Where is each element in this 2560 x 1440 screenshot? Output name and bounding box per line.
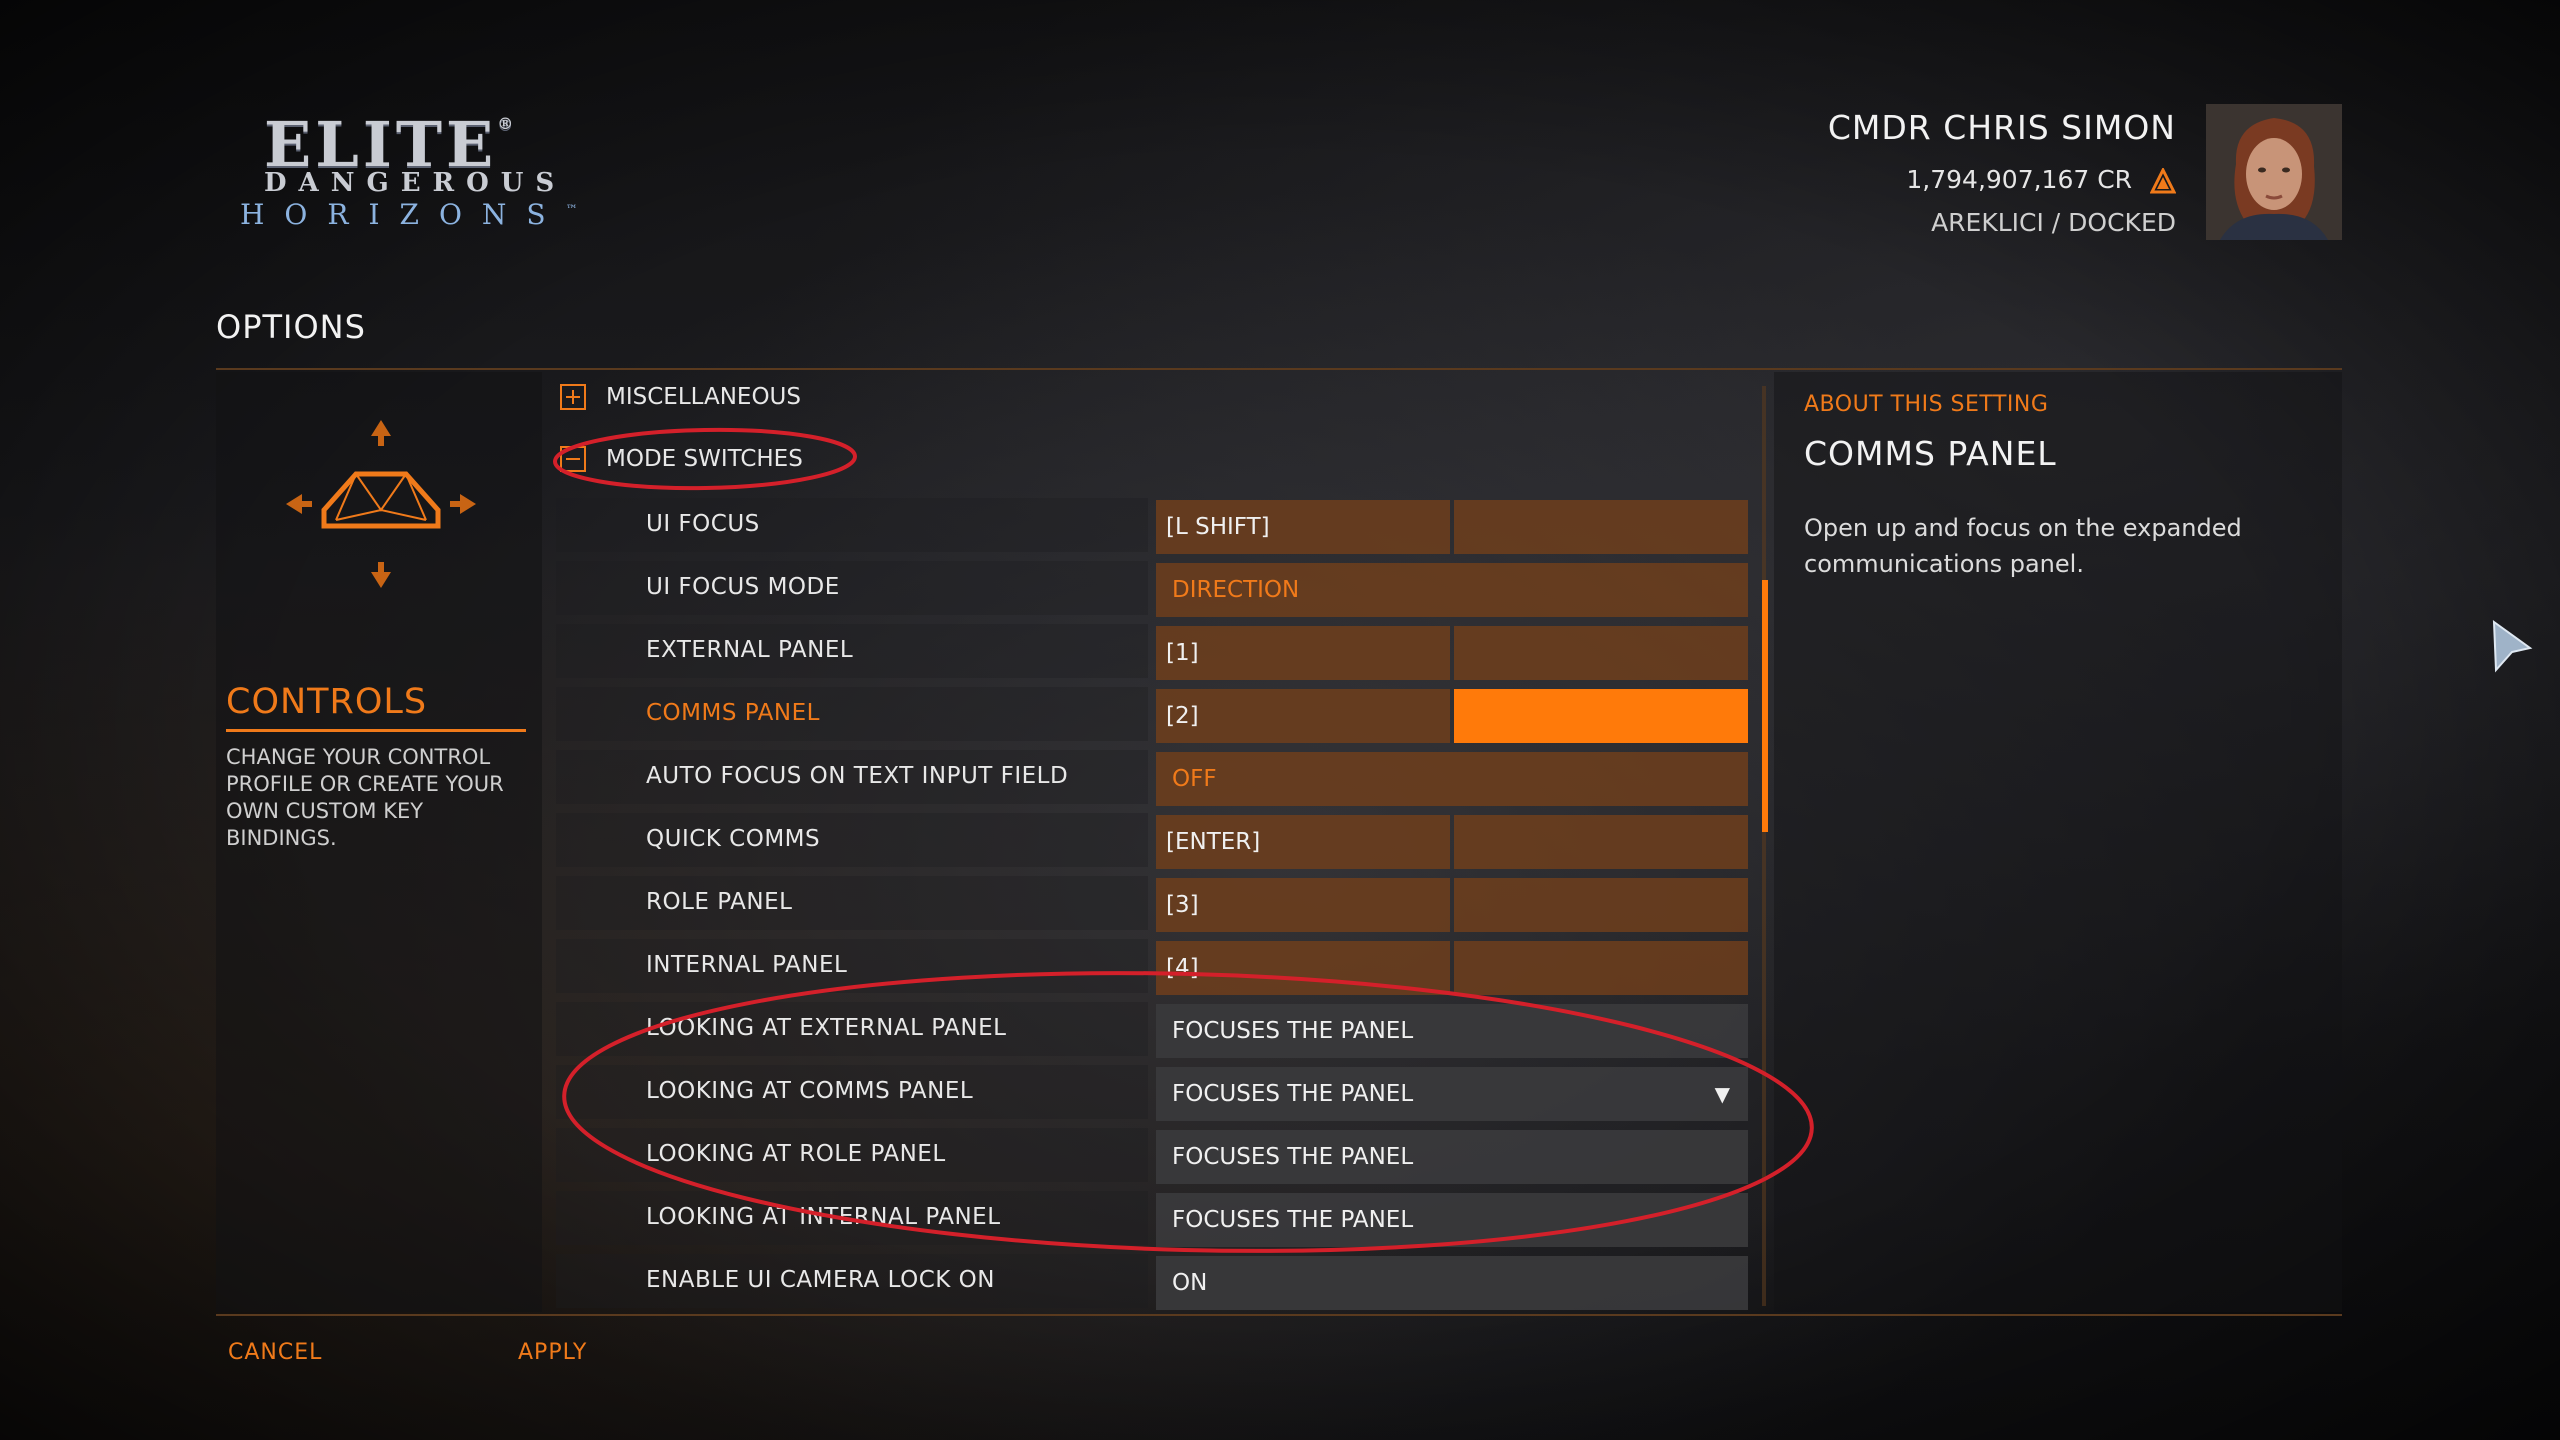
setting-row-auto-focus[interactable]: AUTO FOCUS ON TEXT INPUT FIELD OFF xyxy=(556,748,1752,806)
option-select[interactable]: FOCUSES THE PANEL xyxy=(1156,1193,1748,1247)
primary-binding[interactable]: [3] xyxy=(1156,878,1450,932)
scrollbar-thumb[interactable] xyxy=(1762,580,1768,832)
setting-label: COMMS PANEL xyxy=(646,700,820,726)
setting-row-internal-panel[interactable]: INTERNAL PANEL [4] xyxy=(556,937,1752,995)
apply-button[interactable]: APPLY xyxy=(518,1340,587,1365)
primary-binding[interactable]: [1] xyxy=(1156,626,1450,680)
secondary-binding[interactable] xyxy=(1454,815,1748,869)
category-title: CONTROLS xyxy=(226,682,428,722)
option-select[interactable]: FOCUSES THE PANEL xyxy=(1156,1004,1748,1058)
toggle-value[interactable]: OFF xyxy=(1156,752,1748,806)
primary-binding[interactable]: [2] xyxy=(1156,689,1450,743)
minus-box-icon xyxy=(560,446,586,472)
setting-row-looking-at-role[interactable]: LOOKING AT ROLE PANEL FOCUSES THE PANEL xyxy=(556,1126,1752,1184)
primary-binding[interactable]: [L SHIFT] xyxy=(1156,500,1450,554)
credit-triangle-icon xyxy=(2149,166,2177,194)
section-mode-switches[interactable]: MODE SWITCHES xyxy=(556,434,1056,484)
cancel-button[interactable]: CANCEL xyxy=(228,1340,322,1365)
category-description: CHANGE YOUR CONTROL PROFILE OR CREATE YO… xyxy=(226,745,504,850)
setting-label: EXTERNAL PANEL xyxy=(646,637,854,663)
logo-line3: HORIZONS xyxy=(240,198,566,231)
setting-row-comms-panel[interactable]: COMMS PANEL [2] xyxy=(556,685,1752,743)
plus-box-icon xyxy=(560,384,586,410)
setting-label: ROLE PANEL xyxy=(646,889,793,915)
category-title-underline xyxy=(226,729,526,732)
commander-location: AREKLICI / DOCKED xyxy=(1931,208,2176,237)
commander-info: CMDR CHRIS SIMON 1,794,907,167 CR AREKLI… xyxy=(1827,108,2177,237)
about-title: COMMS PANEL xyxy=(1804,434,2057,473)
primary-binding[interactable]: [ENTER] xyxy=(1156,815,1450,869)
secondary-binding-active[interactable] xyxy=(1454,689,1748,743)
section-label: MODE SWITCHES xyxy=(606,446,803,472)
mode-value[interactable]: DIRECTION xyxy=(1156,563,1748,617)
footer-divider xyxy=(216,1314,2342,1316)
primary-binding[interactable]: [4] xyxy=(1156,941,1450,995)
option-select-value: FOCUSES THE PANEL xyxy=(1172,1081,1414,1107)
setting-row-ui-focus[interactable]: UI FOCUS [L SHIFT] xyxy=(556,496,1752,554)
scrollbar-track[interactable] xyxy=(1762,386,1766,1306)
nav-arrows-icon xyxy=(266,410,496,600)
about-description: Open up and focus on the expanded commun… xyxy=(1804,514,2242,578)
dropdown-caret-icon[interactable]: ▼ xyxy=(1715,1067,1730,1121)
option-select[interactable]: ON xyxy=(1156,1256,1748,1310)
secondary-binding[interactable] xyxy=(1454,878,1748,932)
setting-label: LOOKING AT ROLE PANEL xyxy=(646,1141,946,1167)
section-miscellaneous[interactable]: MISCELLANEOUS xyxy=(556,372,1056,422)
header-divider xyxy=(216,368,2342,370)
commander-portrait-avatar xyxy=(2206,104,2342,240)
section-label: MISCELLANEOUS xyxy=(606,384,801,410)
logo-tm: ™ xyxy=(565,202,578,217)
option-select[interactable]: FOCUSES THE PANEL ▼ xyxy=(1156,1067,1748,1121)
setting-label: QUICK COMMS xyxy=(646,826,821,852)
setting-label: LOOKING AT INTERNAL PANEL xyxy=(646,1204,1001,1230)
setting-row-quick-comms[interactable]: QUICK COMMS [ENTER] xyxy=(556,811,1752,869)
setting-label: INTERNAL PANEL xyxy=(646,952,848,978)
setting-row-role-panel[interactable]: ROLE PANEL [3] xyxy=(556,874,1752,932)
commander-credits: 1,794,907,167 CR xyxy=(1906,165,2133,194)
category-panel: CONTROLS CHANGE YOUR CONTROL PROFILE OR … xyxy=(216,372,542,1312)
page-title: OPTIONS xyxy=(216,308,366,346)
setting-row-looking-at-internal[interactable]: LOOKING AT INTERNAL PANEL FOCUSES THE PA… xyxy=(556,1189,1752,1247)
setting-label: UI FOCUS MODE xyxy=(646,574,840,600)
secondary-binding[interactable] xyxy=(1454,500,1748,554)
commander-name: CMDR CHRIS SIMON xyxy=(1827,108,2176,147)
settings-list: MISCELLANEOUS MODE SWITCHES UI FOCUS [L … xyxy=(556,372,1752,1312)
elite-dangerous-horizons-logo: ELITE® DANGEROUS HORIZONS™ xyxy=(222,108,578,231)
setting-row-looking-at-comms[interactable]: LOOKING AT COMMS PANEL FOCUSES THE PANEL… xyxy=(556,1063,1752,1121)
about-heading: ABOUT THIS SETTING xyxy=(1804,392,2049,417)
commander-credits-row: 1,794,907,167 CR xyxy=(1828,165,2177,194)
logo-line2: DANGEROUS xyxy=(264,168,567,198)
setting-row-camera-lock[interactable]: ENABLE UI CAMERA LOCK ON ON xyxy=(556,1252,1752,1310)
about-setting-panel: ABOUT THIS SETTING COMMS PANEL Open up a… xyxy=(1774,372,2342,1312)
setting-label: LOOKING AT EXTERNAL PANEL xyxy=(646,1015,1007,1041)
pointer-cursor-icon xyxy=(2490,618,2534,674)
logo-reg: ® xyxy=(497,114,518,133)
secondary-binding[interactable] xyxy=(1454,626,1748,680)
setting-row-external-panel[interactable]: EXTERNAL PANEL [1] xyxy=(556,622,1752,680)
setting-label: ENABLE UI CAMERA LOCK ON xyxy=(646,1267,995,1293)
secondary-binding[interactable] xyxy=(1454,941,1748,995)
setting-row-ui-focus-mode[interactable]: UI FOCUS MODE DIRECTION xyxy=(556,559,1752,617)
setting-label: AUTO FOCUS ON TEXT INPUT FIELD xyxy=(646,763,1069,789)
option-select[interactable]: FOCUSES THE PANEL xyxy=(1156,1130,1748,1184)
setting-label: LOOKING AT COMMS PANEL xyxy=(646,1078,974,1104)
setting-row-looking-at-external[interactable]: LOOKING AT EXTERNAL PANEL FOCUSES THE PA… xyxy=(556,1000,1752,1058)
setting-label: UI FOCUS xyxy=(646,511,760,537)
